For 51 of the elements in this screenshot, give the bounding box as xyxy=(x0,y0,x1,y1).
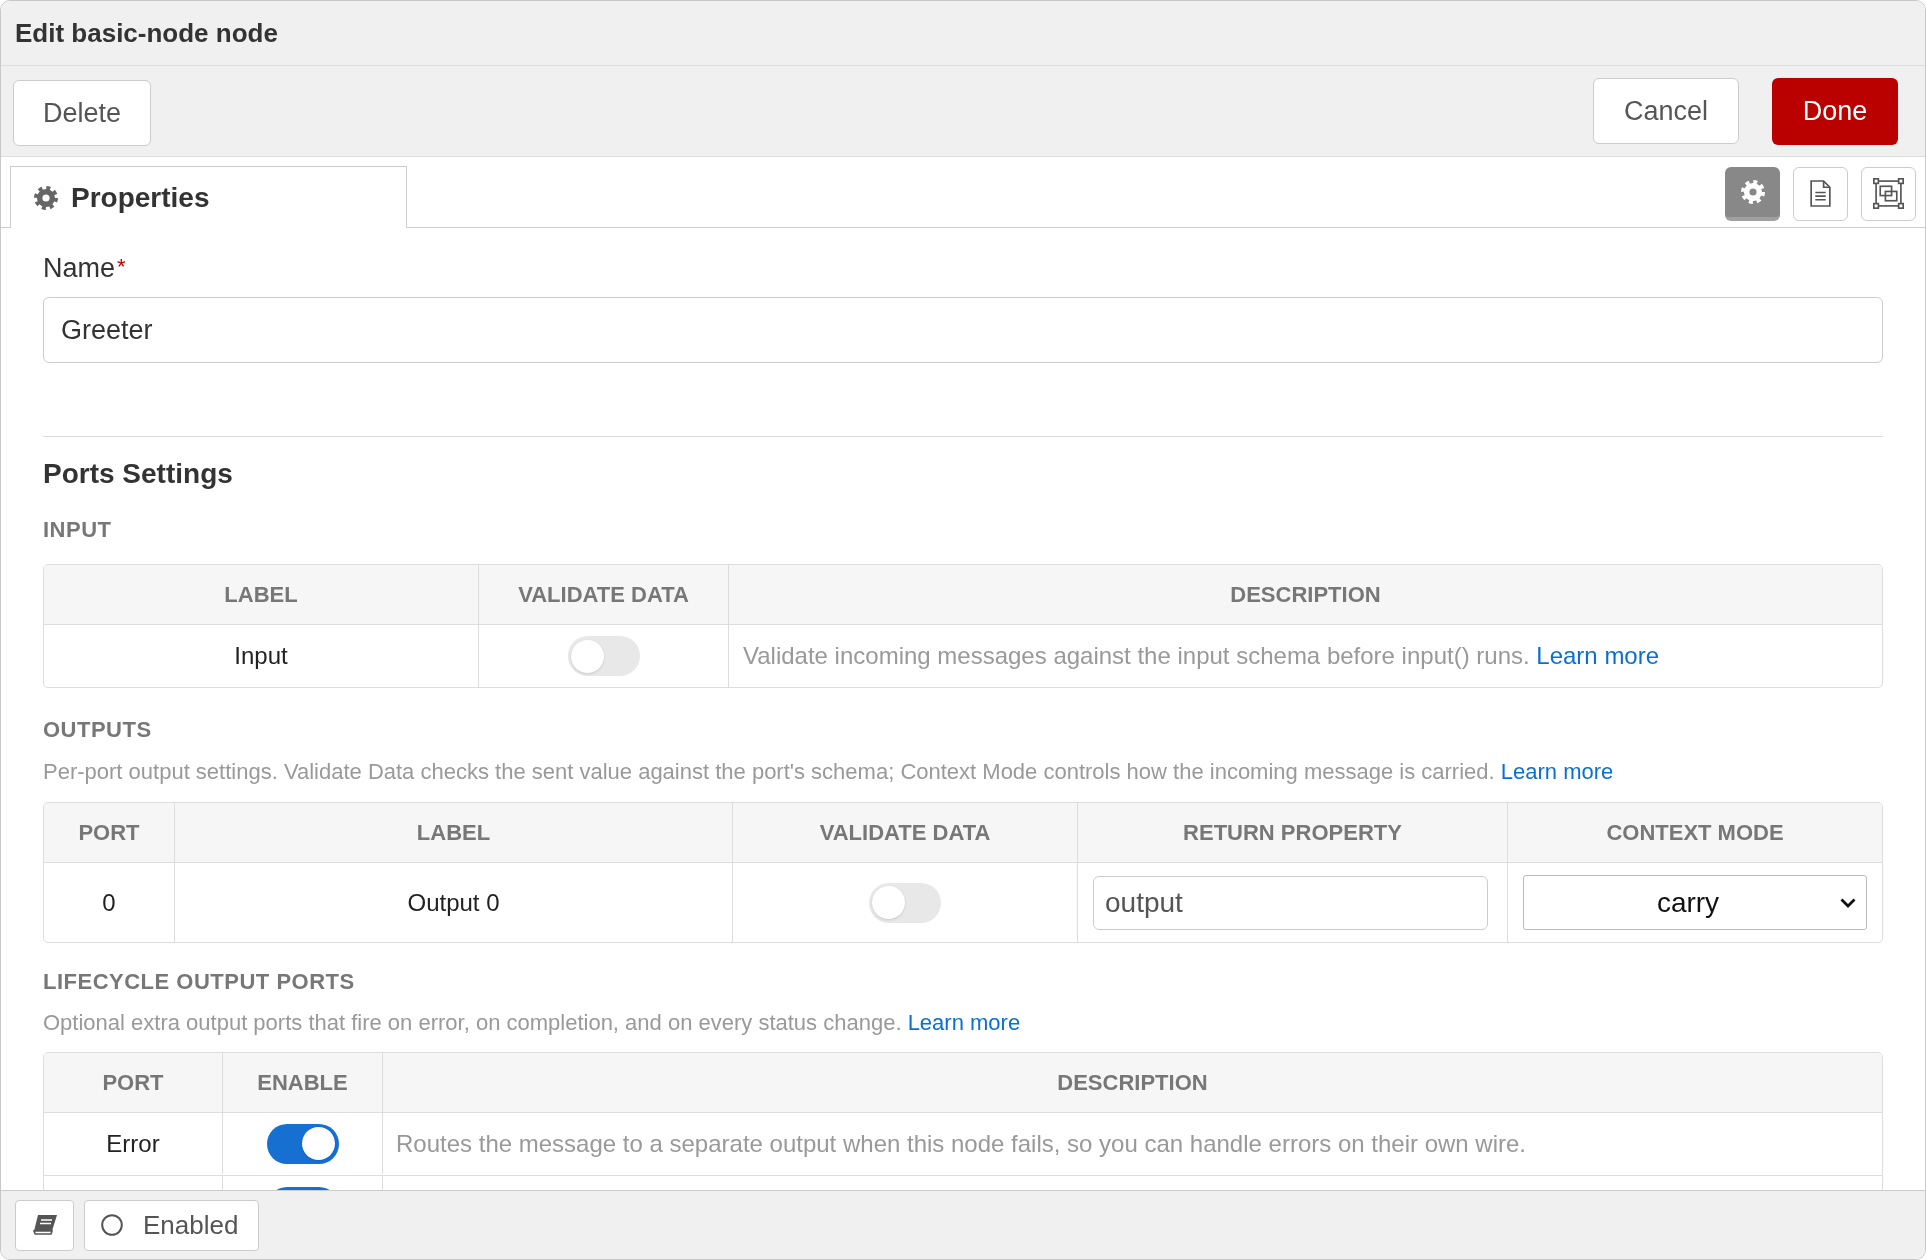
gear-icon xyxy=(34,185,58,210)
learn-more-link[interactable]: Learn more xyxy=(907,1010,1021,1035)
enabled-button[interactable]: Enabled xyxy=(84,1199,259,1251)
column-header: RETURN PROPERTY xyxy=(1077,803,1507,862)
name-field[interactable]: Greeter xyxy=(43,297,1883,363)
delete-button[interactable]: Delete xyxy=(13,80,151,146)
column-header: PORT xyxy=(101,1069,165,1097)
column-header: LABEL xyxy=(223,581,299,609)
toggle-switch[interactable] xyxy=(869,882,941,923)
description-text: Routes the message to a separate output when this node fails, so you can handle errors on their own wire. xyxy=(382,1113,1882,1174)
column-header: LABEL xyxy=(174,803,732,862)
field-label: Name xyxy=(43,251,116,285)
column-header: DESCRIPTION xyxy=(728,565,1882,624)
done-button[interactable]: Done xyxy=(1772,77,1898,145)
column-header: ENABLE xyxy=(222,1053,382,1112)
section-heading: OUTPUTS xyxy=(43,715,153,744)
document-icon xyxy=(1810,180,1831,207)
gear-icon xyxy=(1740,179,1765,204)
return-property-field[interactable]: output xyxy=(1093,875,1488,930)
cancel-button[interactable]: Cancel xyxy=(1593,78,1739,144)
toggle-switch[interactable] xyxy=(266,1123,339,1164)
column-header: CONTEXT MODE xyxy=(1507,803,1882,862)
book-button[interactable] xyxy=(15,1199,74,1251)
section-heading: LIFECYCLE OUTPUT PORTS xyxy=(43,967,356,996)
toggle-switch[interactable] xyxy=(567,636,640,676)
table-cell-text: Input xyxy=(233,641,289,671)
learn-more-link[interactable]: Learn more xyxy=(1536,642,1660,669)
settings-button[interactable] xyxy=(1725,166,1780,221)
column-header: VALIDATE DATA xyxy=(478,565,728,624)
learn-more-link[interactable]: Learn more xyxy=(1500,759,1614,784)
table-cell-text: 0 xyxy=(101,887,117,918)
window-title: Edit basic-node node xyxy=(15,16,278,50)
help-text: Optional extra output ports that fire on error, on completion, and on every status change. Learn more xyxy=(43,1009,1022,1037)
column-header: VALIDATE DATA xyxy=(732,803,1077,862)
description-text: Validate incoming messages against the input schema before input() runs. Learn more xyxy=(743,641,1660,671)
context-mode-select[interactable]: carry xyxy=(1523,875,1867,930)
chevron-down-icon xyxy=(1840,897,1856,908)
tab[interactable]: Properties xyxy=(10,166,407,228)
section-title: Ports Settings xyxy=(43,457,234,491)
column-header: PORT xyxy=(77,819,141,847)
table-cell-text: Error xyxy=(105,1128,161,1159)
book-icon xyxy=(31,1214,58,1236)
section-heading: INPUT xyxy=(43,515,113,544)
frame-button[interactable] xyxy=(1861,166,1916,221)
table-cell: Output 0 xyxy=(174,863,732,942)
column-header: DESCRIPTION xyxy=(382,1053,1882,1112)
document-button[interactable] xyxy=(1793,166,1848,221)
required-mark: * xyxy=(117,253,126,281)
help-text: Per-port output settings. Validate Data checks the sent value against the port's schema; Context Mode controls how the incoming message is carried. Learn more xyxy=(43,758,1615,786)
frame-icon xyxy=(1873,178,1904,209)
circle-icon xyxy=(101,1214,123,1236)
